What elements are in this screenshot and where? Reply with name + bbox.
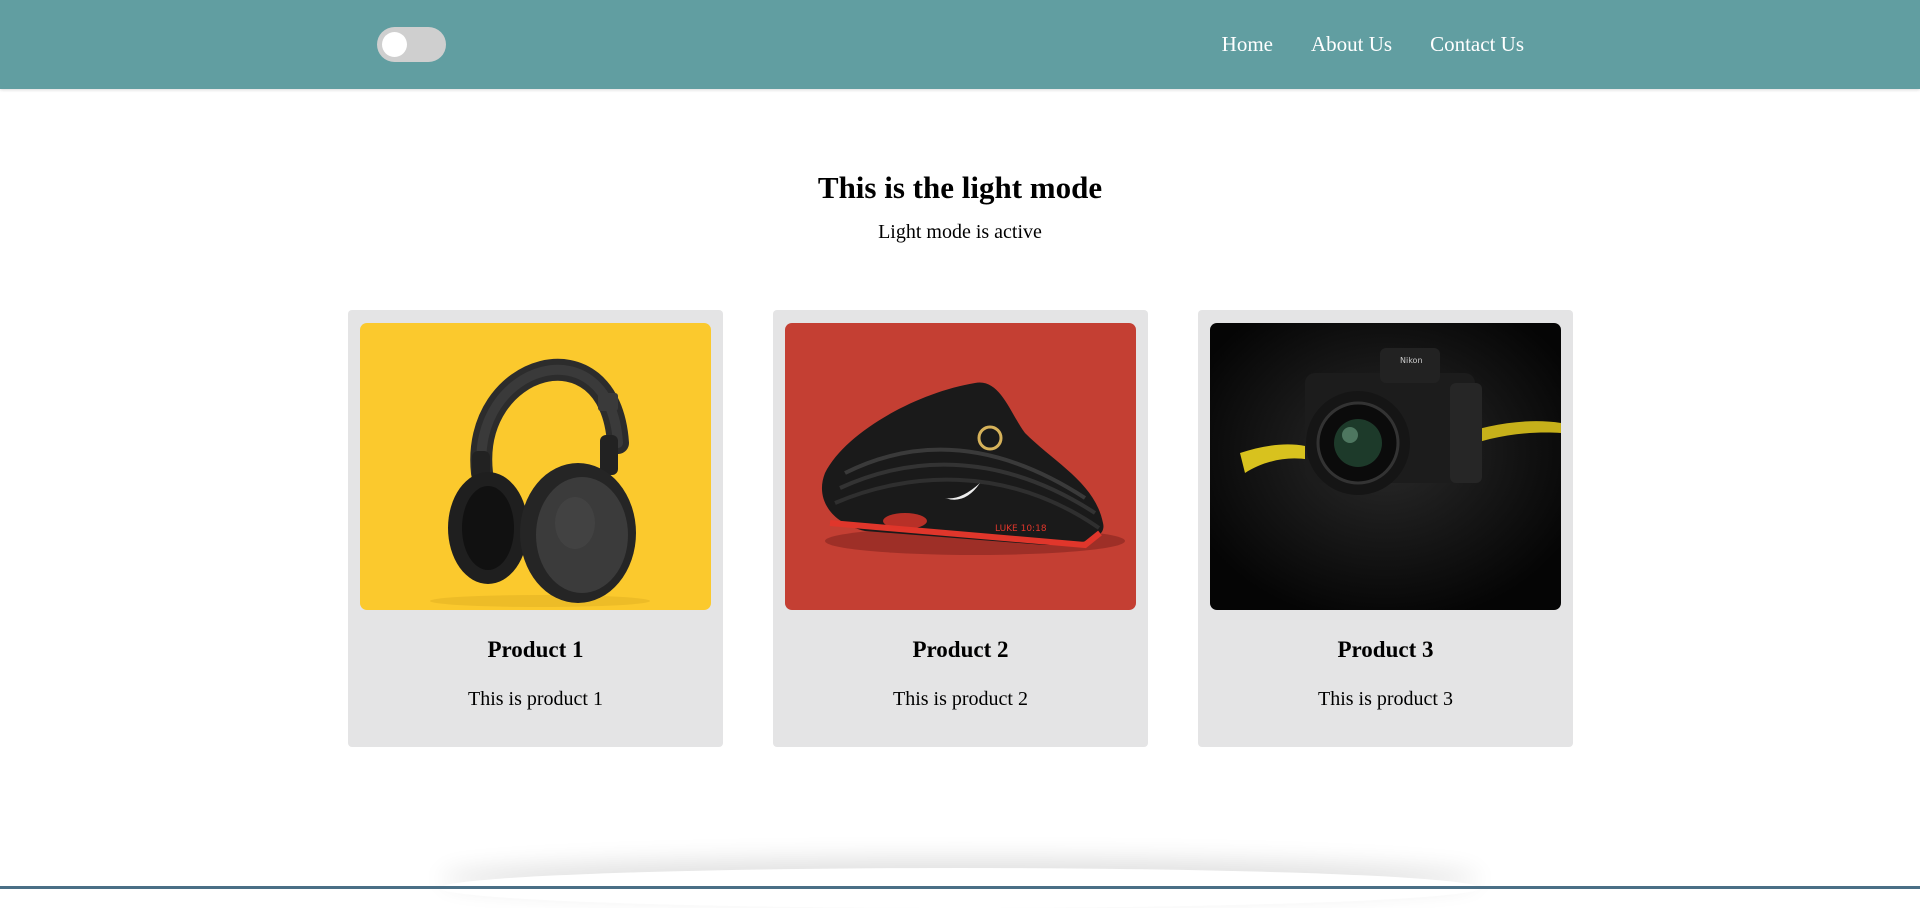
headphones-image (360, 323, 711, 610)
toggle-knob (382, 32, 407, 57)
nav-links: Home About Us Contact Us (1222, 0, 1524, 89)
nav-link-home[interactable]: Home (1222, 32, 1273, 57)
sneaker-image: LUKE 10:18 (785, 323, 1136, 610)
page-title: This is the light mode (817, 170, 1103, 205)
product-description: This is product 3 (1318, 688, 1453, 710)
nav-link-about-us[interactable]: About Us (1311, 32, 1392, 57)
camera-image: Nikon (1210, 323, 1561, 610)
product-card-3[interactable]: Nikon Product 3 This is product 3 (1198, 310, 1573, 747)
theme-toggle[interactable] (377, 27, 446, 62)
product-title: Product 3 (1337, 637, 1434, 662)
page-subtitle: Light mode is active (878, 221, 1042, 243)
svg-text:Nikon: Nikon (1400, 356, 1423, 365)
product-cards: Product 1 This is product 1 LUKE 10:18 P… (348, 310, 1573, 747)
svg-text:LUKE 10:18: LUKE 10:18 (995, 524, 1047, 534)
product-title: Product 2 (912, 637, 1009, 662)
nav-link-contact-us[interactable]: Contact Us (1430, 32, 1524, 57)
navbar: Home About Us Contact Us (0, 0, 1920, 89)
hero-section: This is the light mode Light mode is act… (0, 167, 1920, 245)
product-title: Product 1 (487, 637, 584, 662)
product-description: This is product 1 (468, 688, 603, 710)
product-card-2[interactable]: LUKE 10:18 Product 2 This is product 2 (773, 310, 1148, 747)
product-description: This is product 2 (893, 688, 1028, 710)
product-card-1[interactable]: Product 1 This is product 1 (348, 310, 723, 747)
